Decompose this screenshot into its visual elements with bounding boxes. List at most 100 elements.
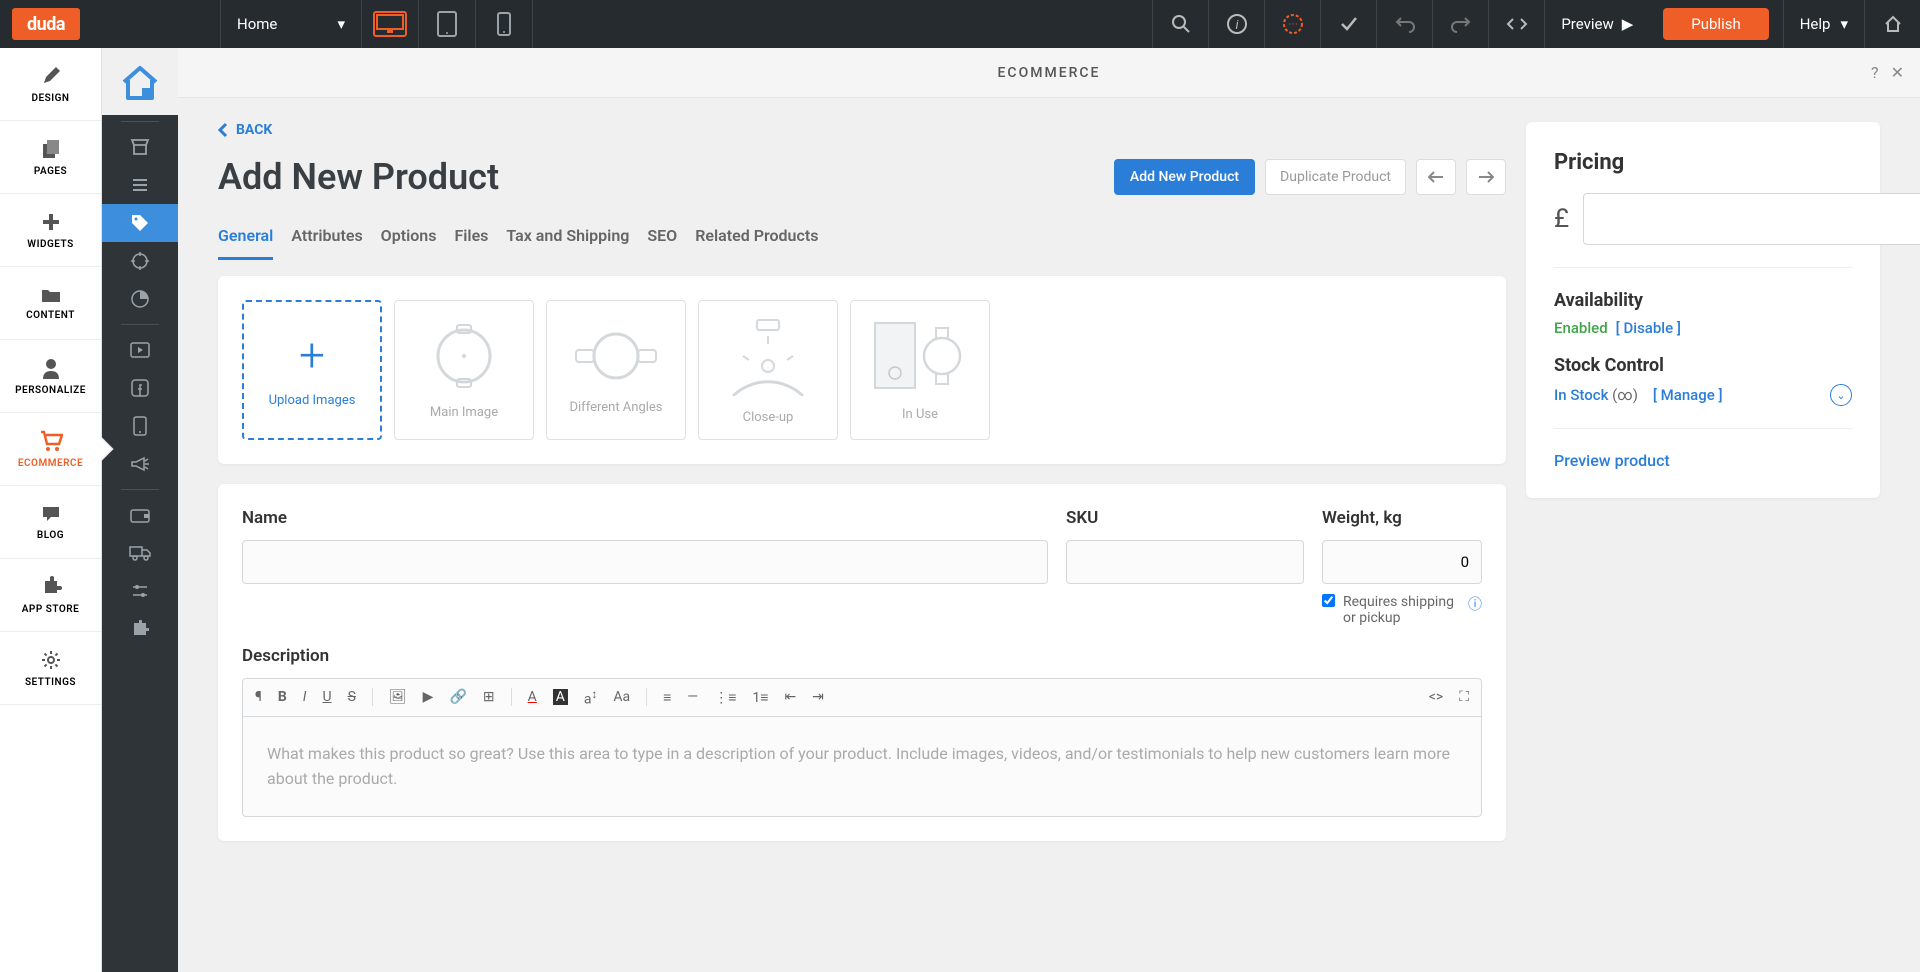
tab-tax-shipping[interactable]: Tax and Shipping <box>506 226 629 260</box>
italic-icon[interactable]: I <box>303 689 307 705</box>
help-icon[interactable]: ⓘ <box>1468 594 1482 614</box>
undo-button[interactable] <box>1376 0 1432 48</box>
sec-sliders-icon[interactable] <box>102 572 178 610</box>
image-slot-main[interactable]: Main Image <box>394 300 534 440</box>
underline-icon[interactable]: U <box>323 689 332 705</box>
image-slot-inuse[interactable]: In Use <box>850 300 990 440</box>
next-arrow-button[interactable] <box>1466 159 1506 195</box>
info-button[interactable]: i <box>1208 0 1264 48</box>
tab-attributes[interactable]: Attributes <box>291 226 362 260</box>
description-editor[interactable]: What makes this product so great? Use th… <box>242 716 1482 817</box>
align-icon[interactable]: ≡ <box>663 689 671 706</box>
page-heading: Add New Product <box>218 156 499 198</box>
duplicate-product-button[interactable]: Duplicate Product <box>1265 159 1406 195</box>
prev-arrow-button[interactable] <box>1416 159 1456 195</box>
tab-options[interactable]: Options <box>381 226 437 260</box>
sidebar-item-pages[interactable]: PAGES <box>0 121 101 194</box>
name-label: Name <box>242 508 1048 528</box>
home-button[interactable] <box>1864 0 1920 48</box>
sidebar-item-appstore[interactable]: APP STORE <box>0 559 101 632</box>
price-input[interactable] <box>1583 193 1920 245</box>
sec-megaphone-icon[interactable] <box>102 445 178 483</box>
dev-mode-button[interactable] <box>1488 0 1544 48</box>
mobile-view-button[interactable] <box>476 0 532 48</box>
watch-closeup-icon <box>713 316 823 396</box>
tablet-view-button[interactable] <box>419 0 475 48</box>
manage-stock-button[interactable]: [ Manage ] <box>1653 386 1723 404</box>
sec-puzzle-icon[interactable] <box>102 610 178 648</box>
sec-video-icon[interactable] <box>102 331 178 369</box>
bullets-icon[interactable]: ⋮≡ <box>714 689 736 706</box>
sidebar-item-design[interactable]: DESIGN <box>0 48 101 121</box>
back-label: BACK <box>236 122 272 138</box>
sidebar-item-ecommerce[interactable]: ECOMMERCE <box>0 413 101 486</box>
link-icon[interactable]: 🔗 <box>449 689 466 705</box>
tab-general[interactable]: General <box>218 226 273 260</box>
sidebar-label: APP STORE <box>22 604 80 615</box>
add-product-button[interactable]: Add New Product <box>1114 159 1255 195</box>
redo-button[interactable] <box>1432 0 1488 48</box>
sec-truck-icon[interactable] <box>102 534 178 572</box>
tab-files[interactable]: Files <box>454 226 488 260</box>
fontsize-icon[interactable]: a↕ <box>584 687 597 708</box>
back-button[interactable]: BACK <box>218 122 1506 138</box>
check-button[interactable] <box>1320 0 1376 48</box>
sidebar-item-content[interactable]: CONTENT <box>0 267 101 340</box>
video-icon[interactable]: ▶ <box>423 689 434 705</box>
sec-list-icon[interactable] <box>102 166 178 204</box>
watch-angle-icon <box>571 326 661 386</box>
image-slot-closeup[interactable]: Close-up <box>698 300 838 440</box>
highlight-icon[interactable]: A <box>553 689 568 705</box>
outdent-icon[interactable]: ⇤ <box>784 689 796 705</box>
image-slot-angles[interactable]: Different Angles <box>546 300 686 440</box>
weight-input[interactable] <box>1322 540 1482 584</box>
name-input[interactable] <box>242 540 1048 584</box>
fullscreen-icon[interactable]: ⛶ <box>1459 689 1469 705</box>
bold-icon[interactable]: B <box>278 689 287 705</box>
sidebar-item-personalize[interactable]: PERSONALIZE <box>0 340 101 413</box>
publish-button[interactable]: Publish <box>1663 8 1768 40</box>
logo: duda <box>12 8 80 40</box>
table-icon[interactable]: ⊞ <box>483 689 495 705</box>
code-icon[interactable]: <> <box>1429 689 1443 705</box>
fontcase-icon[interactable]: Aa <box>613 689 630 705</box>
comment-button[interactable]: ⋯ <box>1264 0 1320 48</box>
help-button[interactable]: Help ▾ <box>1783 0 1864 48</box>
shipping-checkbox[interactable] <box>1322 594 1335 607</box>
sec-home-button[interactable] <box>102 48 178 115</box>
search-button[interactable] <box>1152 0 1208 48</box>
preview-button[interactable]: Preview ▶ <box>1544 0 1649 48</box>
tabs: General Attributes Options Files Tax and… <box>218 226 1506 260</box>
sku-input[interactable] <box>1066 540 1304 584</box>
sec-facebook-icon[interactable] <box>102 369 178 407</box>
play-icon: ▶ <box>1622 15 1634 33</box>
sidebar-item-settings[interactable]: SETTINGS <box>0 632 101 705</box>
sec-tag-icon[interactable] <box>102 204 178 242</box>
sidebar-item-widgets[interactable]: WIDGETS <box>0 194 101 267</box>
tab-related[interactable]: Related Products <box>695 226 818 260</box>
sec-wallet-icon[interactable] <box>102 496 178 534</box>
preview-product-link[interactable]: Preview product <box>1554 451 1670 470</box>
sec-piechart-icon[interactable] <box>102 280 178 318</box>
sidebar-item-blog[interactable]: BLOG <box>0 486 101 559</box>
upload-images-button[interactable]: + Upload Images <box>242 300 382 440</box>
sec-mobile-icon[interactable] <box>102 407 178 445</box>
expand-stock-button[interactable]: ⌄ <box>1830 384 1852 406</box>
textcolor-icon[interactable]: A <box>528 689 537 705</box>
sec-store-icon[interactable] <box>102 128 178 166</box>
strike-icon[interactable]: S <box>348 689 356 705</box>
sec-target-icon[interactable] <box>102 242 178 280</box>
close-icon[interactable]: ✕ <box>1891 63 1904 82</box>
help-icon[interactable]: ? <box>1871 63 1879 82</box>
sidebar-label: CONTENT <box>26 310 75 321</box>
paragraph-icon[interactable]: ¶ <box>255 689 262 705</box>
hr-icon[interactable]: — <box>687 689 698 705</box>
indent-icon[interactable]: ⇥ <box>812 689 824 705</box>
disable-button[interactable]: [ Disable ] <box>1616 319 1681 337</box>
image-icon[interactable]: 🖼 <box>389 689 407 705</box>
numbers-icon[interactable]: 1≡ <box>752 689 768 706</box>
home-icon <box>116 58 164 106</box>
page-selector[interactable]: Home ▾ <box>221 15 361 33</box>
desktop-view-button[interactable] <box>362 0 418 48</box>
tab-seo[interactable]: SEO <box>647 226 677 260</box>
